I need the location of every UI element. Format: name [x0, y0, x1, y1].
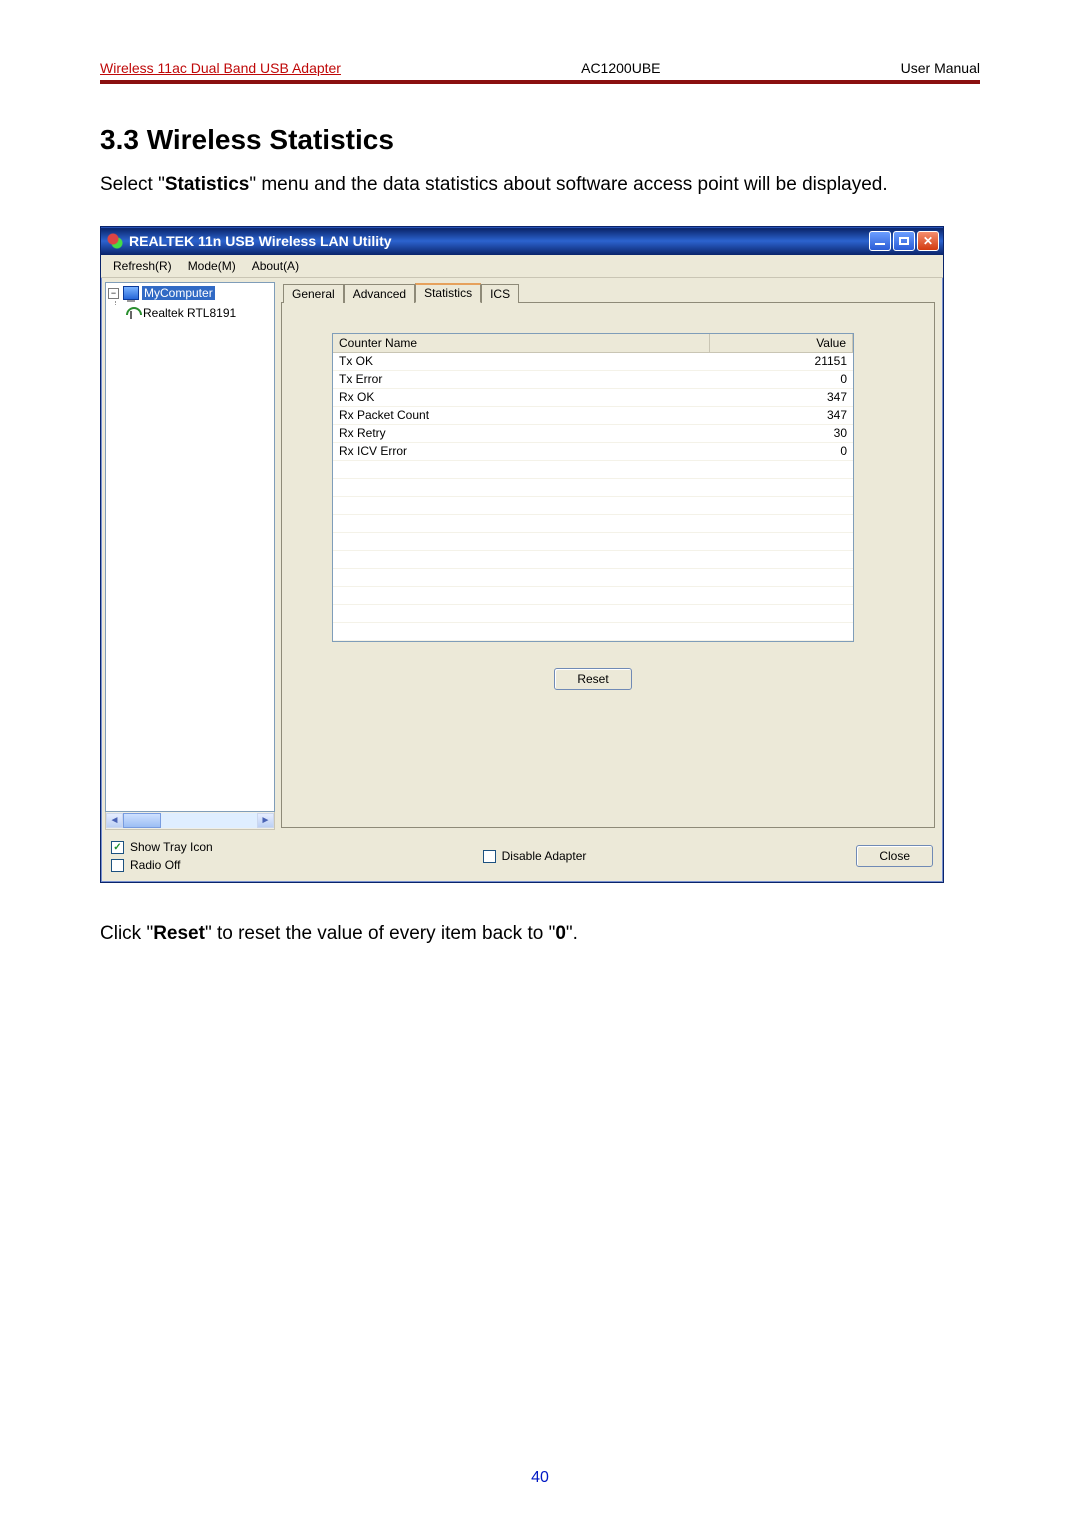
window-title: REALTEK 11n USB Wireless LAN Utility [129, 233, 869, 249]
list-cell-name: Rx OK [333, 389, 711, 406]
close-icon[interactable] [917, 231, 939, 251]
tab-ics[interactable]: ICS [481, 284, 519, 303]
list-row-empty [333, 623, 853, 641]
list-cell-name: Rx Packet Count [333, 407, 711, 424]
tree-root-row[interactable]: − MyComputer [108, 285, 274, 301]
list-row-empty [333, 479, 853, 497]
stats-list[interactable]: Counter Name Value Tx OK21151Tx Error0Rx… [332, 333, 854, 642]
list-row[interactable]: Tx OK21151 [333, 353, 853, 371]
intro-post: " menu and the data statistics about sof… [249, 174, 887, 195]
checkbox-icon: ✓ [111, 841, 124, 854]
list-cell-value: 0 [711, 443, 853, 460]
tab-statistics[interactable]: Statistics [415, 283, 481, 303]
titlebar: REALTEK 11n USB Wireless LAN Utility [101, 227, 943, 255]
checkbox-icon [111, 859, 124, 872]
list-cell-name: Rx ICV Error [333, 443, 711, 460]
disable-adapter-checkbox[interactable]: Disable Adapter [483, 849, 587, 863]
list-row[interactable]: Rx Packet Count347 [333, 407, 853, 425]
list-row-empty [333, 533, 853, 551]
computer-icon [123, 286, 139, 300]
outro-text: Click "Reset" to reset the value of ever… [100, 923, 980, 945]
intro-pre: Select " [100, 174, 165, 195]
list-row-empty [333, 605, 853, 623]
intro-text: Select "Statistics" menu and the data st… [100, 174, 980, 196]
tree-collapse-icon[interactable]: − [108, 288, 119, 299]
list-cell-name: Rx Retry [333, 425, 711, 442]
reset-button[interactable]: Reset [554, 668, 631, 690]
page-number: 40 [0, 1469, 1080, 1487]
close-button[interactable]: Close [856, 845, 933, 867]
list-cell-name: Tx Error [333, 371, 711, 388]
show-tray-checkbox[interactable]: ✓ Show Tray Icon [111, 840, 213, 854]
outro-bold-reset: Reset [153, 923, 205, 944]
list-cell-value: 30 [711, 425, 853, 442]
column-counter-name[interactable]: Counter Name [333, 334, 710, 353]
radio-off-label: Radio Off [130, 858, 180, 872]
tab-body: Counter Name Value Tx OK21151Tx Error0Rx… [281, 302, 935, 828]
scroll-track[interactable] [123, 813, 257, 828]
device-tree[interactable]: − MyComputer Realtek RTL8191 [105, 282, 275, 812]
menu-mode[interactable]: Mode(M) [180, 257, 244, 275]
list-row-empty [333, 551, 853, 569]
list-row-empty [333, 587, 853, 605]
list-cell-name: Tx OK [333, 353, 711, 370]
maximize-icon[interactable] [893, 231, 915, 251]
list-cell-value: 347 [711, 407, 853, 424]
list-row[interactable]: Rx ICV Error0 [333, 443, 853, 461]
show-tray-label: Show Tray Icon [130, 840, 213, 854]
scroll-right-icon[interactable]: ► [257, 813, 274, 828]
list-row[interactable]: Rx Retry30 [333, 425, 853, 443]
scroll-thumb[interactable] [123, 813, 161, 828]
intro-bold: Statistics [165, 174, 249, 195]
list-row-empty [333, 461, 853, 479]
outro-mid: " to reset the value of every item back … [205, 923, 555, 944]
tree-scrollbar[interactable]: ◄ ► [105, 812, 275, 830]
header-center: AC1200UBE [581, 60, 660, 76]
list-cell-value: 21151 [711, 353, 853, 370]
minimize-icon[interactable] [869, 231, 891, 251]
tree-child-label: Realtek RTL8191 [143, 306, 236, 320]
menubar: Refresh(R) Mode(M) About(A) [101, 255, 943, 278]
tab-strip: General Advanced Statistics ICS [283, 282, 935, 302]
outro-post: ". [566, 923, 578, 944]
tree-root-label: MyComputer [142, 286, 215, 300]
list-row-empty [333, 515, 853, 533]
adapter-icon [126, 307, 140, 319]
tab-general[interactable]: General [283, 284, 344, 303]
menu-refresh[interactable]: Refresh(R) [105, 257, 180, 275]
outro-pre: Click " [100, 923, 153, 944]
section-heading: 3.3 Wireless Statistics [100, 124, 980, 156]
column-value[interactable]: Value [710, 334, 853, 353]
header-right: User Manual [901, 60, 980, 76]
list-row[interactable]: Tx Error0 [333, 371, 853, 389]
menu-about[interactable]: About(A) [244, 257, 307, 275]
app-icon [107, 233, 123, 249]
list-row[interactable]: Rx OK347 [333, 389, 853, 407]
checkbox-icon [483, 850, 496, 863]
list-row-empty [333, 497, 853, 515]
list-cell-value: 0 [711, 371, 853, 388]
tree-child-row[interactable]: Realtek RTL8191 [108, 305, 274, 321]
tab-advanced[interactable]: Advanced [344, 284, 415, 303]
header-left: Wireless 11ac Dual Band USB Adapter [100, 60, 341, 76]
scroll-left-icon[interactable]: ◄ [106, 813, 123, 828]
disable-adapter-label: Disable Adapter [502, 849, 587, 863]
app-window: REALTEK 11n USB Wireless LAN Utility Ref… [100, 226, 944, 883]
list-cell-value: 347 [711, 389, 853, 406]
list-row-empty [333, 569, 853, 587]
outro-bold-zero: 0 [555, 923, 566, 944]
radio-off-checkbox[interactable]: Radio Off [111, 858, 213, 872]
